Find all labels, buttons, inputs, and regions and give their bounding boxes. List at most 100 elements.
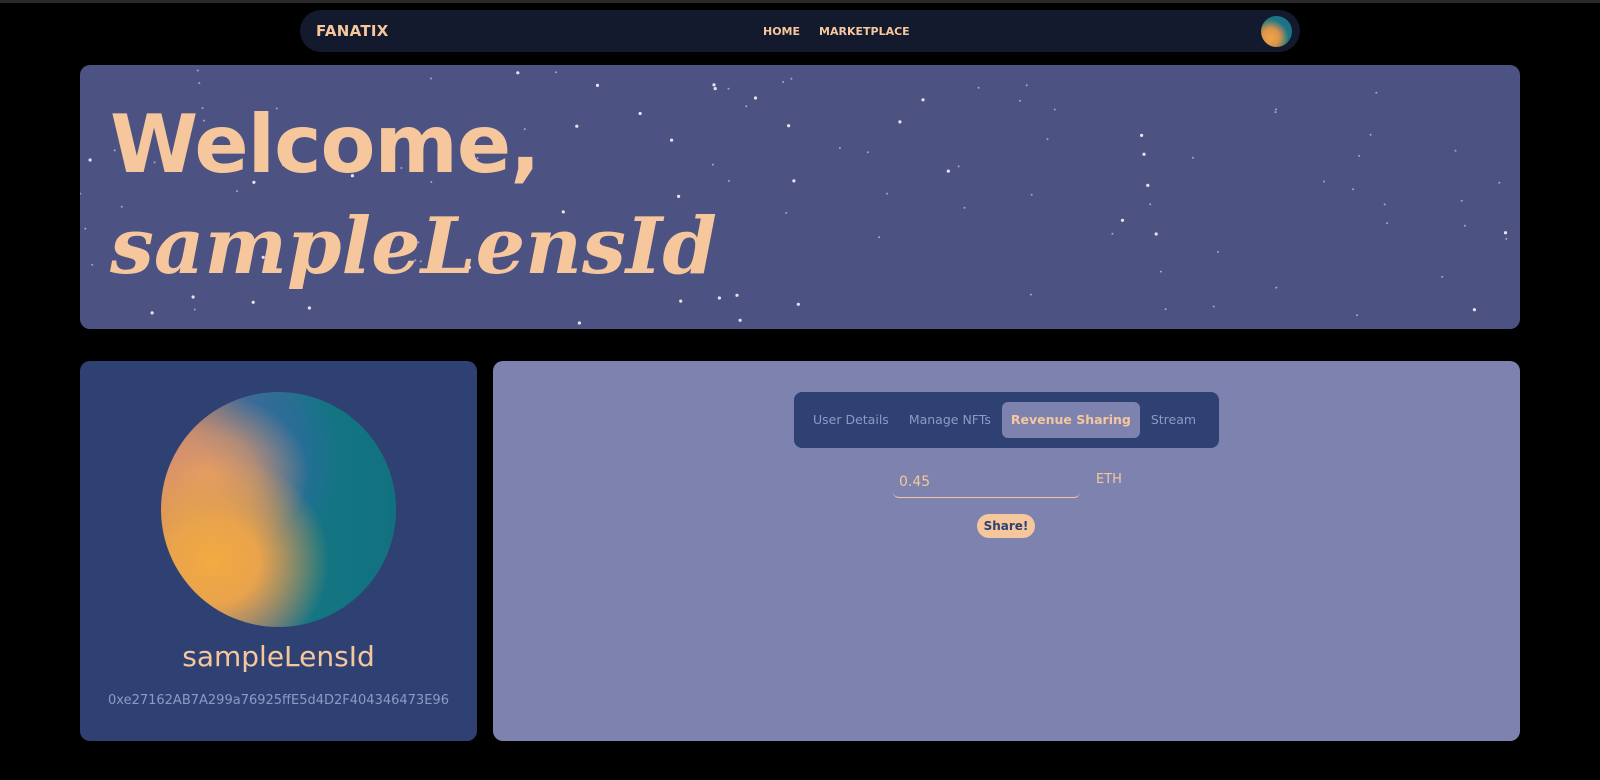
- star-dot: [796, 302, 800, 306]
- star-dot: [91, 263, 94, 266]
- star-dot: [1275, 286, 1278, 289]
- window-top-border: [0, 0, 1600, 3]
- star-dot: [307, 306, 311, 310]
- star-dot: [677, 194, 681, 198]
- star-dot: [711, 163, 714, 166]
- star-dot: [679, 299, 683, 303]
- star-dot: [963, 206, 966, 209]
- star-dot: [1111, 232, 1114, 235]
- star-dot: [886, 192, 888, 195]
- star-dot: [191, 295, 195, 299]
- star-dot: [1386, 222, 1389, 225]
- dashboard-panel: User Details Manage NFTs Revenue Sharing…: [493, 361, 1520, 741]
- star-dot: [555, 71, 557, 74]
- star-dot: [1375, 91, 1378, 94]
- star-dot: [1029, 293, 1032, 296]
- share-amount-input[interactable]: [893, 466, 1080, 498]
- star-dot: [1369, 133, 1372, 136]
- share-button[interactable]: Share!: [977, 514, 1035, 538]
- star-dot: [1025, 84, 1028, 87]
- tab-stream[interactable]: Stream: [1142, 402, 1205, 438]
- tab-revenue-sharing[interactable]: Revenue Sharing: [1001, 402, 1140, 438]
- star-dot: [595, 83, 600, 87]
- star-dot: [1274, 111, 1277, 114]
- star-dot: [516, 71, 520, 75]
- profile-card: sampleLensId 0xe27162AB7A299a76925ffE5d4…: [80, 361, 477, 741]
- star-dot: [1154, 232, 1158, 236]
- nav-link-marketplace[interactable]: MARKETPLACE: [819, 25, 910, 38]
- star-dot: [1463, 224, 1466, 227]
- star-dot: [88, 158, 92, 162]
- star-dot: [251, 300, 255, 304]
- star-dot: [638, 111, 642, 116]
- star-dot: [1454, 149, 1457, 152]
- star-dot: [577, 321, 581, 325]
- star-dot: [838, 147, 841, 150]
- navbar: FANATIX HOME MARKETPLACE: [300, 10, 1300, 52]
- star-dot: [866, 151, 869, 154]
- welcome-heading: Welcome,: [110, 98, 540, 191]
- star-dot: [717, 296, 722, 300]
- star-dot: [735, 293, 739, 297]
- brand-logo[interactable]: FANATIX: [316, 10, 389, 52]
- star-dot: [1505, 237, 1508, 240]
- star-dot: [1120, 218, 1125, 222]
- star-dot: [575, 124, 579, 128]
- star-dot: [1053, 108, 1056, 111]
- tab-user-details[interactable]: User Details: [804, 402, 898, 438]
- star-dot: [1140, 133, 1144, 137]
- nav-links: HOME MARKETPLACE: [763, 10, 910, 52]
- currency-unit-label: ETH: [1096, 472, 1122, 487]
- star-dot: [787, 124, 791, 128]
- star-dot: [1164, 308, 1167, 311]
- star-dot: [1441, 275, 1444, 278]
- star-dot: [728, 180, 730, 182]
- wallet-address: 0xe27162AB7A299a76925ffE5d4D2F404346473E…: [108, 693, 449, 708]
- star-dot: [1352, 188, 1355, 191]
- star-dot: [957, 165, 960, 168]
- star-dot: [727, 87, 730, 90]
- star-dot: [785, 212, 788, 214]
- star-dot: [1356, 314, 1359, 317]
- star-dot: [878, 236, 881, 239]
- star-dot: [430, 77, 432, 80]
- star-dot: [898, 120, 902, 124]
- star-dot: [921, 98, 925, 102]
- star-dot: [1146, 183, 1150, 187]
- star-dot: [670, 138, 674, 142]
- star-dot: [1212, 305, 1215, 308]
- profile-name: sampleLensId: [182, 640, 375, 673]
- star-dot: [1503, 231, 1508, 235]
- user-avatar-button[interactable]: [1261, 16, 1292, 47]
- star-dot: [1498, 181, 1501, 184]
- star-dot: [753, 96, 758, 100]
- star-dot: [1019, 99, 1022, 102]
- star-dot: [198, 82, 201, 85]
- tab-bar: User Details Manage NFTs Revenue Sharing…: [794, 392, 1219, 448]
- star-dot: [790, 77, 793, 80]
- star-dot: [713, 87, 717, 91]
- star-dot: [1216, 250, 1219, 253]
- star-dot: [1149, 203, 1152, 206]
- star-dot: [150, 311, 154, 315]
- star-dot: [196, 69, 199, 72]
- star-dot: [782, 80, 785, 83]
- star-dot: [946, 169, 950, 173]
- star-dot: [84, 227, 87, 230]
- star-dot: [1046, 138, 1049, 141]
- star-dot: [1472, 308, 1476, 312]
- star-dot: [977, 86, 980, 89]
- star-dot: [712, 83, 716, 87]
- star-dot: [80, 192, 82, 195]
- profile-avatar: [161, 392, 396, 627]
- tab-manage-nfts[interactable]: Manage NFTs: [900, 402, 1000, 438]
- star-dot: [1358, 154, 1361, 157]
- star-dot: [193, 308, 196, 311]
- welcome-banner: Welcome, sampleLensId: [80, 65, 1520, 329]
- star-dot: [1159, 270, 1162, 273]
- star-dot: [1323, 180, 1325, 183]
- star-dot: [1460, 199, 1463, 202]
- welcome-username: sampleLensId: [110, 201, 717, 292]
- nav-link-home[interactable]: HOME: [763, 25, 800, 38]
- star-dot: [1191, 156, 1194, 159]
